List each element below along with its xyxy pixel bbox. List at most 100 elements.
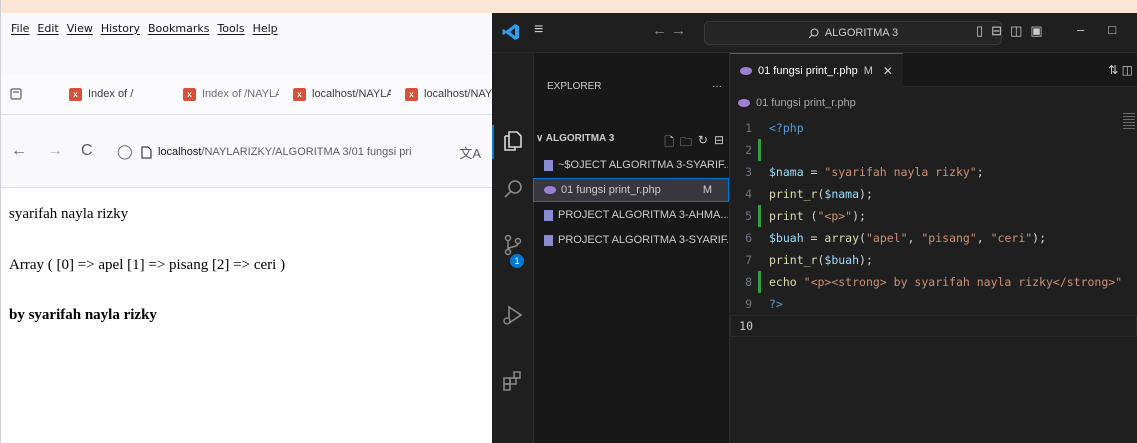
code-token: ( bbox=[803, 209, 818, 223]
explorer-sidebar: EXPLORER ··· ∨ ALGORITMA 3 🗋 🗀 ↻ ⊟ ~$OJE… bbox=[533, 53, 730, 443]
line-text: print_r($nama); bbox=[769, 187, 873, 201]
code-line[interactable]: 3 $nama = "syarifah nayla rizky"; bbox=[730, 161, 1137, 183]
tab-label: localhost/NAYL bbox=[424, 88, 493, 100]
new-folder-icon[interactable]: 🗀 bbox=[680, 133, 692, 154]
search-icon bbox=[808, 28, 819, 38]
forward-arrow-icon[interactable]: → bbox=[47, 142, 63, 160]
shield-icon[interactable]: ◯ bbox=[117, 143, 133, 160]
code-token: $nama bbox=[769, 165, 804, 179]
code-editor[interactable]: 1 <?php 2 3 $nama = "syarifah nayla rizky"; 4… bbox=[730, 117, 1137, 337]
active-indicator bbox=[492, 125, 494, 159]
tab-overview-icon[interactable] bbox=[9, 74, 31, 114]
split-editor-icon[interactable]: ⇅ ◫ bbox=[1108, 63, 1133, 77]
menu-bar: File Edit View History Bookmarks Tools H… bbox=[1, 13, 278, 43]
tab-active-file[interactable]: 01 fungsi print_r.php M ✕ bbox=[730, 53, 903, 87]
code-token: "pisang" bbox=[921, 231, 977, 245]
output-byline: by syarifah nayla rizky bbox=[9, 307, 157, 323]
collapse-all-icon[interactable]: ⊟ bbox=[714, 133, 724, 154]
php-file-icon bbox=[738, 99, 750, 107]
code-token: "syarifah nayla rizky" bbox=[824, 165, 977, 179]
git-change-marker bbox=[758, 183, 761, 205]
search-icon[interactable] bbox=[501, 177, 525, 201]
url-bar[interactable]: localhost/NAYLARIZKY/ALGORITMA 3/01 fung… bbox=[141, 138, 493, 166]
top-edge-strip bbox=[1, 0, 493, 13]
git-change-marker bbox=[758, 161, 761, 183]
more-actions-icon[interactable]: ··· bbox=[712, 81, 722, 92]
explorer-title: EXPLORER bbox=[547, 81, 602, 92]
tree-item-label: 01 fungsi print_r.php bbox=[561, 184, 661, 196]
tree-item[interactable]: PROJECT ALGORITMA 3-AHMA... bbox=[534, 204, 728, 226]
window-controls: – □ bbox=[1077, 22, 1116, 37]
maximize-icon[interactable]: □ bbox=[1108, 22, 1116, 37]
code-line[interactable]: 9 ?> bbox=[730, 293, 1137, 315]
menu-tools[interactable]: Tools bbox=[217, 22, 244, 35]
line-number: 3 bbox=[745, 165, 752, 179]
refresh-icon[interactable]: ↻ bbox=[698, 133, 708, 154]
close-icon[interactable]: ✕ bbox=[883, 64, 893, 78]
divider bbox=[1, 114, 493, 115]
php-file-icon bbox=[544, 186, 556, 194]
breadcrumb[interactable]: 01 fungsi print_r.php bbox=[738, 97, 856, 109]
menu-file[interactable]: File bbox=[11, 22, 29, 35]
code-token: print bbox=[769, 209, 804, 223]
line-text: <?php bbox=[769, 121, 804, 135]
code-line[interactable]: 7 print_r($buah); bbox=[730, 249, 1137, 271]
tree-item[interactable]: 01 fungsi print_r.php M bbox=[533, 178, 729, 202]
command-center-search[interactable]: ALGORITMA 3 bbox=[704, 21, 1002, 45]
code-line[interactable]: 4 print_r($nama); bbox=[730, 183, 1137, 205]
code-token: ); bbox=[1032, 231, 1047, 245]
tab-localhost-1[interactable]: x localhost/NAYLA bbox=[293, 74, 391, 114]
line-number: 7 bbox=[745, 253, 752, 267]
reload-icon[interactable]: C bbox=[81, 142, 93, 160]
extensions-icon[interactable] bbox=[501, 369, 525, 393]
explorer-icon[interactable] bbox=[501, 129, 525, 153]
code-token: , bbox=[907, 231, 922, 245]
toggle-secondary-sidebar-icon[interactable]: ◫ bbox=[1010, 23, 1022, 39]
tab-label: localhost/NAYLA bbox=[312, 88, 391, 100]
tab-localhost-2[interactable]: x localhost/NAYL bbox=[405, 74, 493, 114]
customize-layout-icon[interactable]: ▣ bbox=[1030, 23, 1042, 39]
tab-index-nayla[interactable]: x Index of /NAYLA bbox=[183, 74, 279, 114]
code-line[interactable]: 6 $buah = array("apel", "pisang", "ceri")… bbox=[730, 227, 1137, 249]
code-line[interactable]: 10 bbox=[730, 315, 1137, 337]
code-token: ( bbox=[859, 231, 866, 245]
code-token: ); bbox=[859, 253, 873, 267]
git-status: M bbox=[702, 184, 712, 196]
git-change-marker bbox=[758, 117, 761, 139]
folder-name: ALGORITMA 3 bbox=[545, 133, 615, 144]
activity-bar: 1 bbox=[492, 53, 534, 443]
source-control-badge: 1 bbox=[510, 254, 524, 268]
code-line[interactable]: 5 print ("<p>"); bbox=[730, 205, 1137, 227]
back-arrow-icon[interactable]: ← bbox=[11, 142, 27, 160]
new-file-icon[interactable]: 🗋 bbox=[664, 133, 674, 154]
source-control-icon[interactable] bbox=[501, 233, 525, 257]
folder-header[interactable]: ∨ ALGORITMA 3 🗋 🗀 ↻ ⊟ bbox=[536, 133, 728, 154]
menu-edit[interactable]: Edit bbox=[37, 22, 58, 35]
line-text: ?> bbox=[769, 297, 783, 311]
tree-item-label: ~$OJECT ALGORITMA 3-SYARIF... bbox=[558, 159, 728, 171]
code-line[interactable]: 8 echo "<p><strong> by syarifah nayla riz… bbox=[730, 271, 1137, 293]
menu-view[interactable]: View bbox=[67, 22, 93, 35]
title-bar: ≡ ← → ALGORITMA 3 ▯ ⊟ ◫ ▣ – □ bbox=[492, 13, 1137, 53]
toggle-panel-icon[interactable]: ⊟ bbox=[991, 23, 1002, 39]
git-change-marker bbox=[758, 227, 761, 249]
minimize-icon[interactable]: – bbox=[1077, 22, 1084, 37]
code-line[interactable]: 1 <?php bbox=[730, 117, 1137, 139]
tab-index-root[interactable]: x Index of / bbox=[69, 74, 169, 114]
search-label: ALGORITMA 3 bbox=[824, 27, 899, 39]
menu-history[interactable]: History bbox=[101, 22, 140, 35]
tab-label: Index of /NAYLA bbox=[202, 88, 279, 100]
toggle-sidebar-icon[interactable]: ▯ bbox=[976, 23, 983, 39]
translate-icon[interactable]: 文A bbox=[459, 143, 493, 162]
tree-item[interactable]: ~$OJECT ALGORITMA 3-SYARIF... bbox=[534, 154, 728, 176]
menu-icon[interactable]: ≡ bbox=[534, 21, 543, 39]
nav-arrows-icon[interactable]: ← → bbox=[652, 22, 686, 39]
run-debug-icon[interactable] bbox=[501, 303, 525, 327]
menu-bookmarks[interactable]: Bookmarks bbox=[148, 22, 209, 35]
code-line[interactable]: 2 bbox=[730, 139, 1137, 161]
tree-item[interactable]: PROJECT ALGORITMA 3-SYARIF... bbox=[534, 229, 728, 251]
tab-label: Index of / bbox=[88, 88, 134, 100]
menu-help[interactable]: Help bbox=[253, 22, 278, 35]
code-token: echo bbox=[769, 275, 797, 289]
